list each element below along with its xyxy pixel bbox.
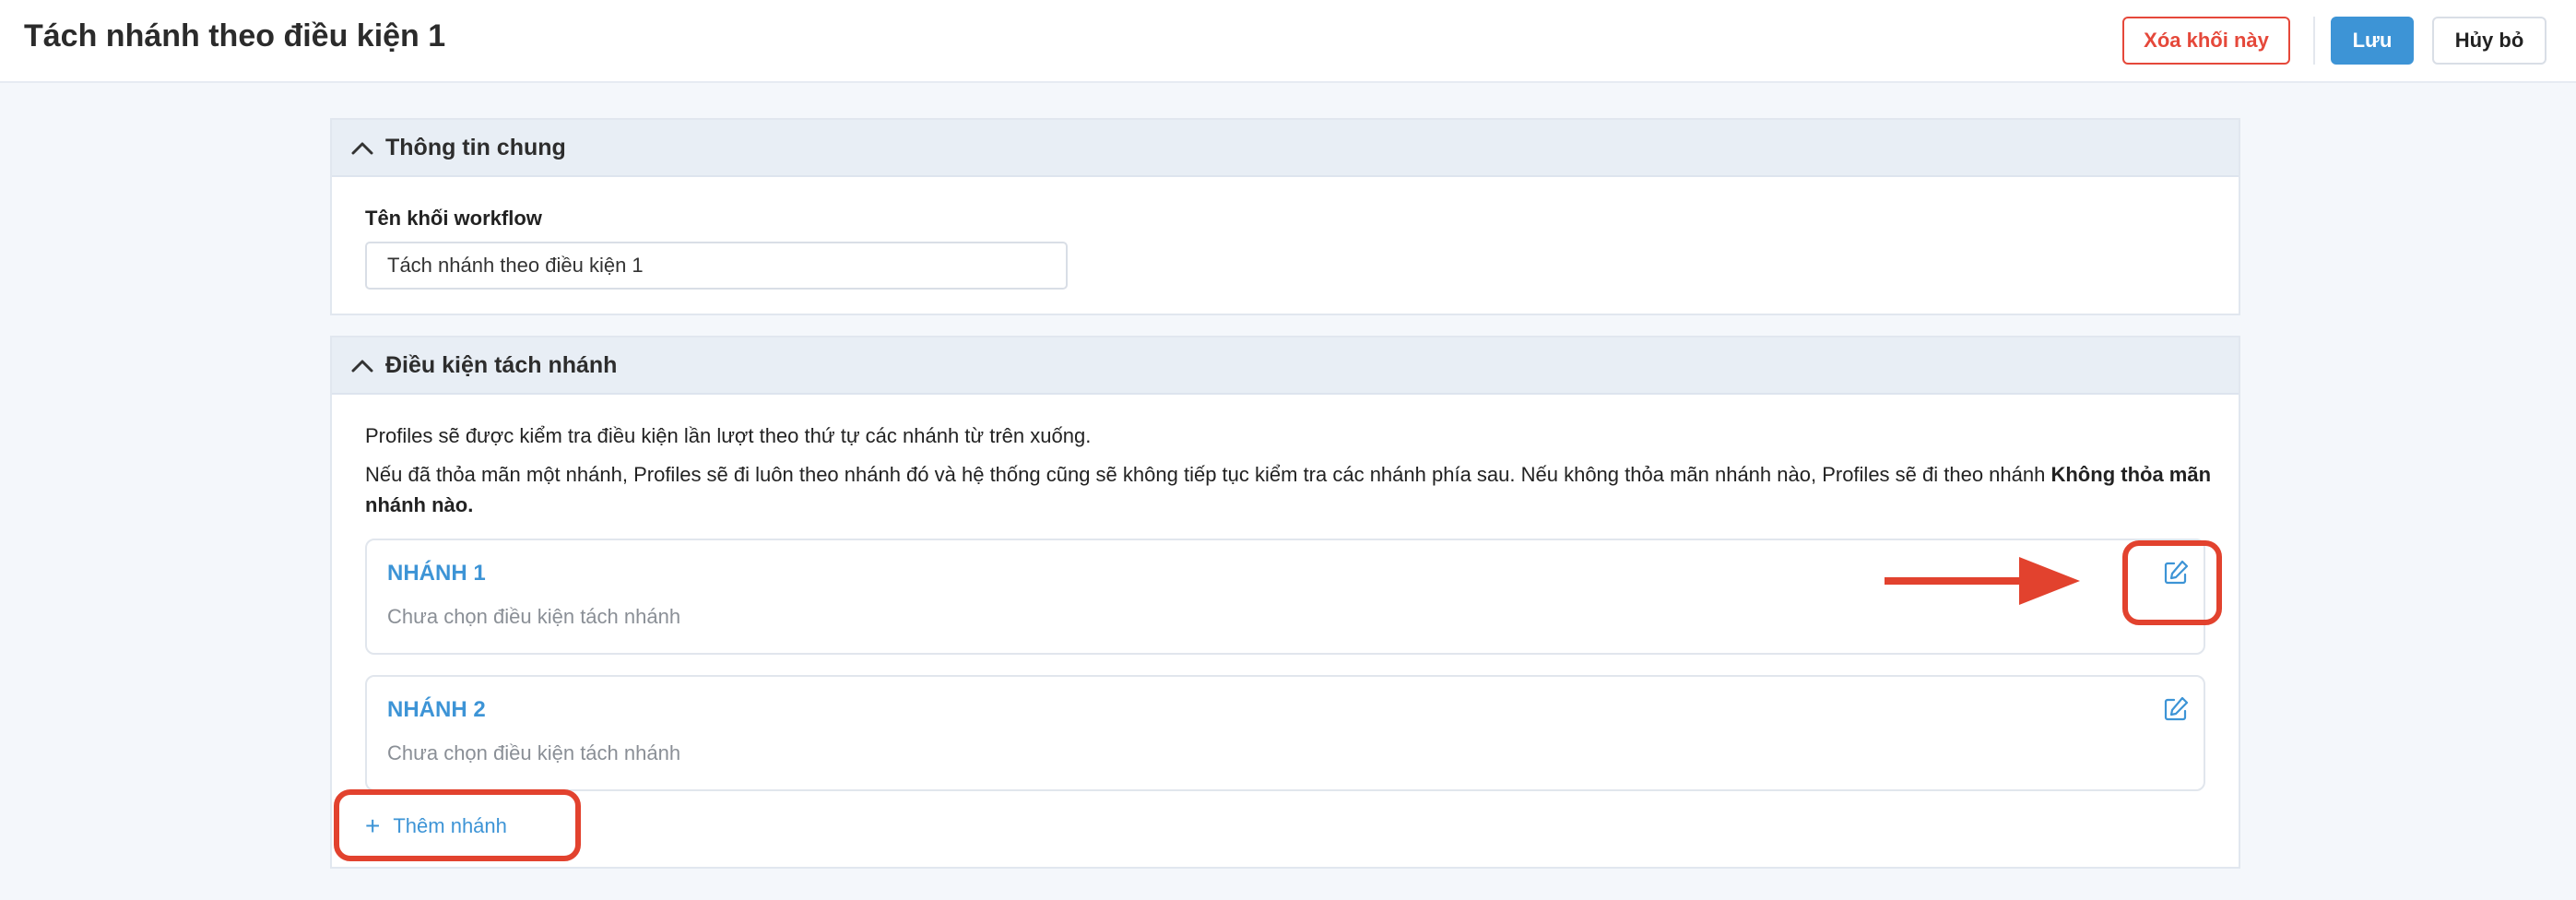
- save-button[interactable]: Lưu: [2331, 17, 2414, 65]
- split-conditions-header[interactable]: Điều kiện tách nhánh: [332, 338, 2239, 395]
- branch-status: Chưa chọn điều kiện tách nhánh: [387, 741, 681, 764]
- edit-icon[interactable]: [2162, 695, 2190, 723]
- toolbar-divider: [2313, 17, 2315, 65]
- general-info-title: Thông tin chung: [385, 135, 566, 160]
- workflow-name-input[interactable]: [365, 242, 1068, 290]
- annotation-arrow: [1885, 557, 2080, 605]
- annotation-highlight-edit: [2122, 540, 2222, 625]
- split-conditions-title: Điều kiện tách nhánh: [385, 352, 618, 378]
- branch-name[interactable]: NHÁNH 1: [387, 561, 486, 586]
- annotation-highlight-add: [334, 789, 581, 861]
- cancel-button[interactable]: Hủy bỏ: [2432, 17, 2546, 65]
- general-info-panel: Thông tin chung Tên khối workflow: [330, 118, 2240, 315]
- top-bar: Tách nhánh theo điều kiện 1 Xóa khối này…: [0, 0, 2576, 83]
- split-description-line1: Profiles sẽ được kiểm tra điều kiện lần …: [365, 424, 1092, 447]
- branch-name[interactable]: NHÁNH 2: [387, 697, 486, 723]
- delete-block-button[interactable]: Xóa khối này: [2122, 17, 2290, 65]
- page-title: Tách nhánh theo điều kiện 1: [24, 18, 446, 53]
- branch-card: NHÁNH 2 Chưa chọn điều kiện tách nhánh: [365, 675, 2205, 791]
- split-description-text: Nếu đã thỏa mãn một nhánh, Profiles sẽ đ…: [365, 463, 2051, 486]
- branch-status: Chưa chọn điều kiện tách nhánh: [387, 605, 681, 628]
- workflow-name-label: Tên khối workflow: [365, 207, 542, 230]
- general-info-header[interactable]: Thông tin chung: [332, 120, 2239, 177]
- split-description-line2: Nếu đã thỏa mãn một nhánh, Profiles sẽ đ…: [365, 459, 2218, 520]
- chevron-up-icon[interactable]: [350, 136, 374, 160]
- chevron-up-icon[interactable]: [350, 354, 374, 378]
